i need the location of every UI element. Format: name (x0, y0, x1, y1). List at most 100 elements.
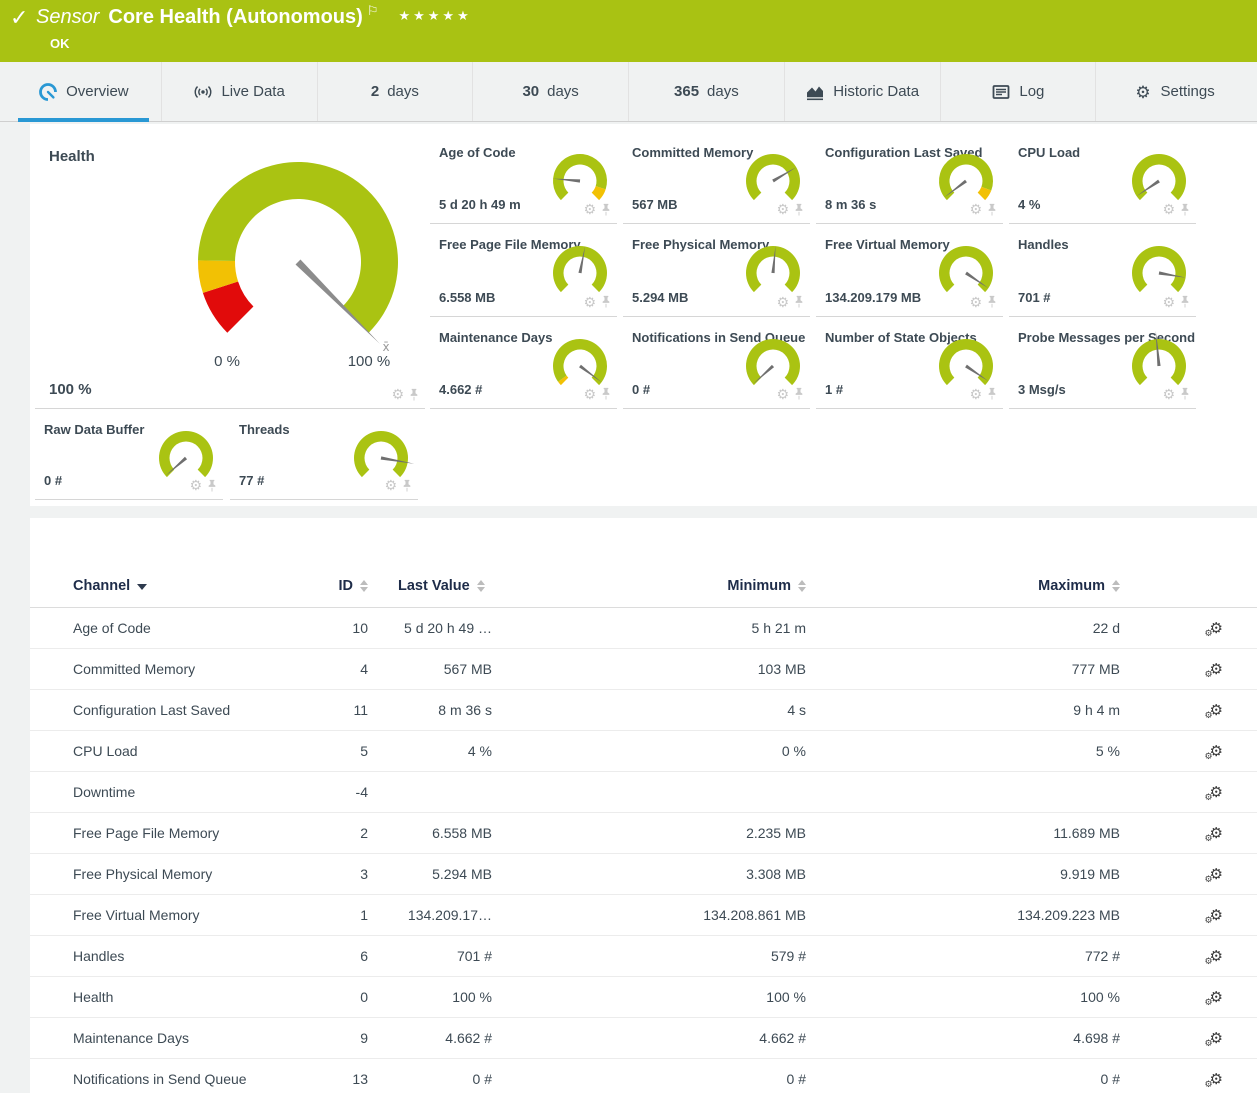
cell-channel[interactable]: Notifications in Send Queue (73, 1071, 298, 1087)
channel-settings-icon[interactable]: ⚙⚙ (1210, 867, 1223, 882)
gauge-tile-handles[interactable]: Handles701 #⚙ (1009, 224, 1196, 316)
tab-live-data[interactable]: Live Data (161, 62, 317, 121)
gear-icon[interactable]: ⚙ (583, 295, 596, 309)
gauge-tile-notifications-in-send-queue[interactable]: Notifications in Send Queue0 #⚙ (623, 317, 810, 409)
gear-icon[interactable]: ⚙ (384, 478, 397, 492)
tab-365-days[interactable]: 365days (628, 62, 784, 121)
pin-icon[interactable] (1180, 203, 1190, 216)
gear-icon[interactable]: ⚙ (1162, 202, 1175, 216)
cell-channel[interactable]: Handles (73, 948, 298, 964)
cell-channel[interactable]: Free Page File Memory (73, 825, 298, 841)
gear-icon[interactable]: ⚙ (391, 387, 404, 401)
table-row[interactable]: Age of Code105 d 20 h 49 …5 h 21 m22 d⚙⚙ (30, 608, 1257, 649)
channel-settings-icon[interactable]: ⚙⚙ (1210, 621, 1223, 636)
gear-icon[interactable]: ⚙ (1162, 295, 1175, 309)
table-row[interactable]: Committed Memory4567 MB103 MB777 MB⚙⚙ (30, 649, 1257, 690)
tile-actions: ⚙ (583, 387, 611, 401)
gear-icon[interactable]: ⚙ (969, 202, 982, 216)
pin-icon[interactable] (794, 387, 804, 400)
column-header-channel[interactable]: Channel (73, 578, 298, 594)
pin-icon[interactable] (1180, 387, 1190, 400)
gear-icon[interactable]: ⚙ (1162, 387, 1175, 401)
cell-channel[interactable]: Age of Code (73, 620, 298, 636)
gauge-tile-maintenance-days[interactable]: Maintenance Days4.662 #⚙ (430, 317, 617, 409)
gear-icon[interactable]: ⚙ (583, 387, 596, 401)
gear-icon[interactable]: ⚙ (776, 202, 789, 216)
table-row[interactable]: Configuration Last Saved118 m 36 s4 s9 h… (30, 690, 1257, 731)
tab-overview[interactable]: Overview (6, 62, 161, 121)
gear-icon[interactable]: ⚙ (776, 295, 789, 309)
gear-icon[interactable]: ⚙ (189, 478, 202, 492)
cell-channel[interactable]: CPU Load (73, 743, 298, 759)
pin-icon[interactable] (601, 295, 611, 308)
pin-icon[interactable] (987, 203, 997, 216)
gauge-tile-probe-messages-per-second[interactable]: Probe Messages per Second3 Msg/s⚙ (1009, 317, 1196, 409)
pin-icon[interactable] (794, 295, 804, 308)
tab-2-days[interactable]: 2days (317, 62, 473, 121)
gauge-tile-configuration-last-saved[interactable]: Configuration Last Saved8 m 36 s⚙ (816, 132, 1003, 224)
table-row[interactable]: Maintenance Days94.662 #4.662 #4.698 #⚙⚙ (30, 1018, 1257, 1059)
cell-channel[interactable]: Committed Memory (73, 661, 298, 677)
table-row[interactable]: Free Page File Memory26.558 MB2.235 MB11… (30, 813, 1257, 854)
flag-icon[interactable]: ⚐ (367, 3, 379, 18)
gear-icon[interactable]: ⚙ (969, 295, 982, 309)
column-header-last-value[interactable]: Last Value (368, 578, 492, 594)
pin-icon[interactable] (1180, 295, 1190, 308)
table-row[interactable]: Free Virtual Memory1134.209.17…134.208.8… (30, 895, 1257, 936)
channel-settings-icon[interactable]: ⚙⚙ (1210, 662, 1223, 677)
channel-settings-icon[interactable]: ⚙⚙ (1210, 785, 1223, 800)
channel-settings-icon[interactable]: ⚙⚙ (1210, 826, 1223, 841)
cell-channel[interactable]: Configuration Last Saved (73, 702, 298, 718)
gauge-tile-committed-memory[interactable]: Committed Memory567 MB⚙ (623, 132, 810, 224)
channel-settings-icon[interactable]: ⚙⚙ (1210, 744, 1223, 759)
tab-settings[interactable]: ⚙Settings (1095, 62, 1251, 121)
tab-30-days[interactable]: 30days (472, 62, 628, 121)
table-row[interactable]: CPU Load54 %0 %5 %⚙⚙ (30, 731, 1257, 772)
column-header-minimum[interactable]: Minimum (492, 578, 806, 594)
pin-icon[interactable] (601, 203, 611, 216)
channel-settings-icon[interactable]: ⚙⚙ (1210, 703, 1223, 718)
tab-log[interactable]: Log (940, 62, 1096, 121)
gear-icon[interactable]: ⚙ (969, 387, 982, 401)
gear-icon[interactable]: ⚙ (776, 387, 789, 401)
channel-settings-icon[interactable]: ⚙⚙ (1210, 949, 1223, 964)
pin-icon[interactable] (207, 479, 217, 492)
cell-minimum: 103 MB (492, 661, 806, 677)
gauge-tile-free-physical-memory[interactable]: Free Physical Memory5.294 MB⚙ (623, 224, 810, 316)
gauge-tile-free-virtual-memory[interactable]: Free Virtual Memory134.209.179 MB⚙ (816, 224, 1003, 316)
gear-icon[interactable]: ⚙ (583, 202, 596, 216)
pin-icon[interactable] (601, 387, 611, 400)
table-row[interactable]: Free Physical Memory35.294 MB3.308 MB9.9… (30, 854, 1257, 895)
tab-historic-data[interactable]: Historic Data (784, 62, 940, 121)
channel-settings-icon[interactable]: ⚙⚙ (1210, 990, 1223, 1005)
channel-settings-icon[interactable]: ⚙⚙ (1210, 1072, 1223, 1087)
gauge-tile-age-of-code[interactable]: Age of Code5 d 20 h 49 m⚙ (430, 132, 617, 224)
gauge-tile-health[interactable]: Health 0 % 100 % x̄ 100 % ⚙ (35, 132, 425, 409)
channel-settings-icon[interactable]: ⚙⚙ (1210, 1031, 1223, 1046)
priority-star-rating[interactable]: ★★★★★ (398, 8, 471, 23)
cell-minimum: 0 # (492, 1071, 806, 1087)
table-row[interactable]: Notifications in Send Queue130 #0 #0 #⚙⚙ (30, 1059, 1257, 1093)
pin-icon[interactable] (409, 388, 419, 401)
cell-channel[interactable]: Health (73, 989, 298, 1005)
table-row[interactable]: Handles6701 #579 #772 #⚙⚙ (30, 936, 1257, 977)
pin-icon[interactable] (402, 479, 412, 492)
pin-icon[interactable] (794, 203, 804, 216)
column-header-id[interactable]: ID (298, 578, 368, 594)
table-row[interactable]: Downtime-4⚙⚙ (30, 772, 1257, 813)
gauge-tile-number-of-state-objects[interactable]: Number of State Objects1 #⚙ (816, 317, 1003, 409)
channel-settings-icon[interactable]: ⚙⚙ (1210, 908, 1223, 923)
cell-channel[interactable]: Downtime (73, 784, 298, 800)
gauge-value: 701 # (1018, 290, 1051, 305)
pin-icon[interactable] (987, 387, 997, 400)
cell-channel[interactable]: Free Physical Memory (73, 866, 298, 882)
pin-icon[interactable] (987, 295, 997, 308)
gauge-tile-free-page-file-memory[interactable]: Free Page File Memory6.558 MB⚙ (430, 224, 617, 316)
cell-channel[interactable]: Maintenance Days (73, 1030, 298, 1046)
cell-channel[interactable]: Free Virtual Memory (73, 907, 298, 923)
column-header-maximum[interactable]: Maximum (806, 578, 1120, 594)
gauge-tile-raw-data-buffer[interactable]: Raw Data Buffer0 #⚙ (35, 409, 223, 500)
gauge-tile-cpu-load[interactable]: CPU Load4 %⚙ (1009, 132, 1196, 224)
gauge-tile-threads[interactable]: Threads77 #⚙ (230, 409, 418, 500)
table-row[interactable]: Health0100 %100 %100 %⚙⚙ (30, 977, 1257, 1018)
